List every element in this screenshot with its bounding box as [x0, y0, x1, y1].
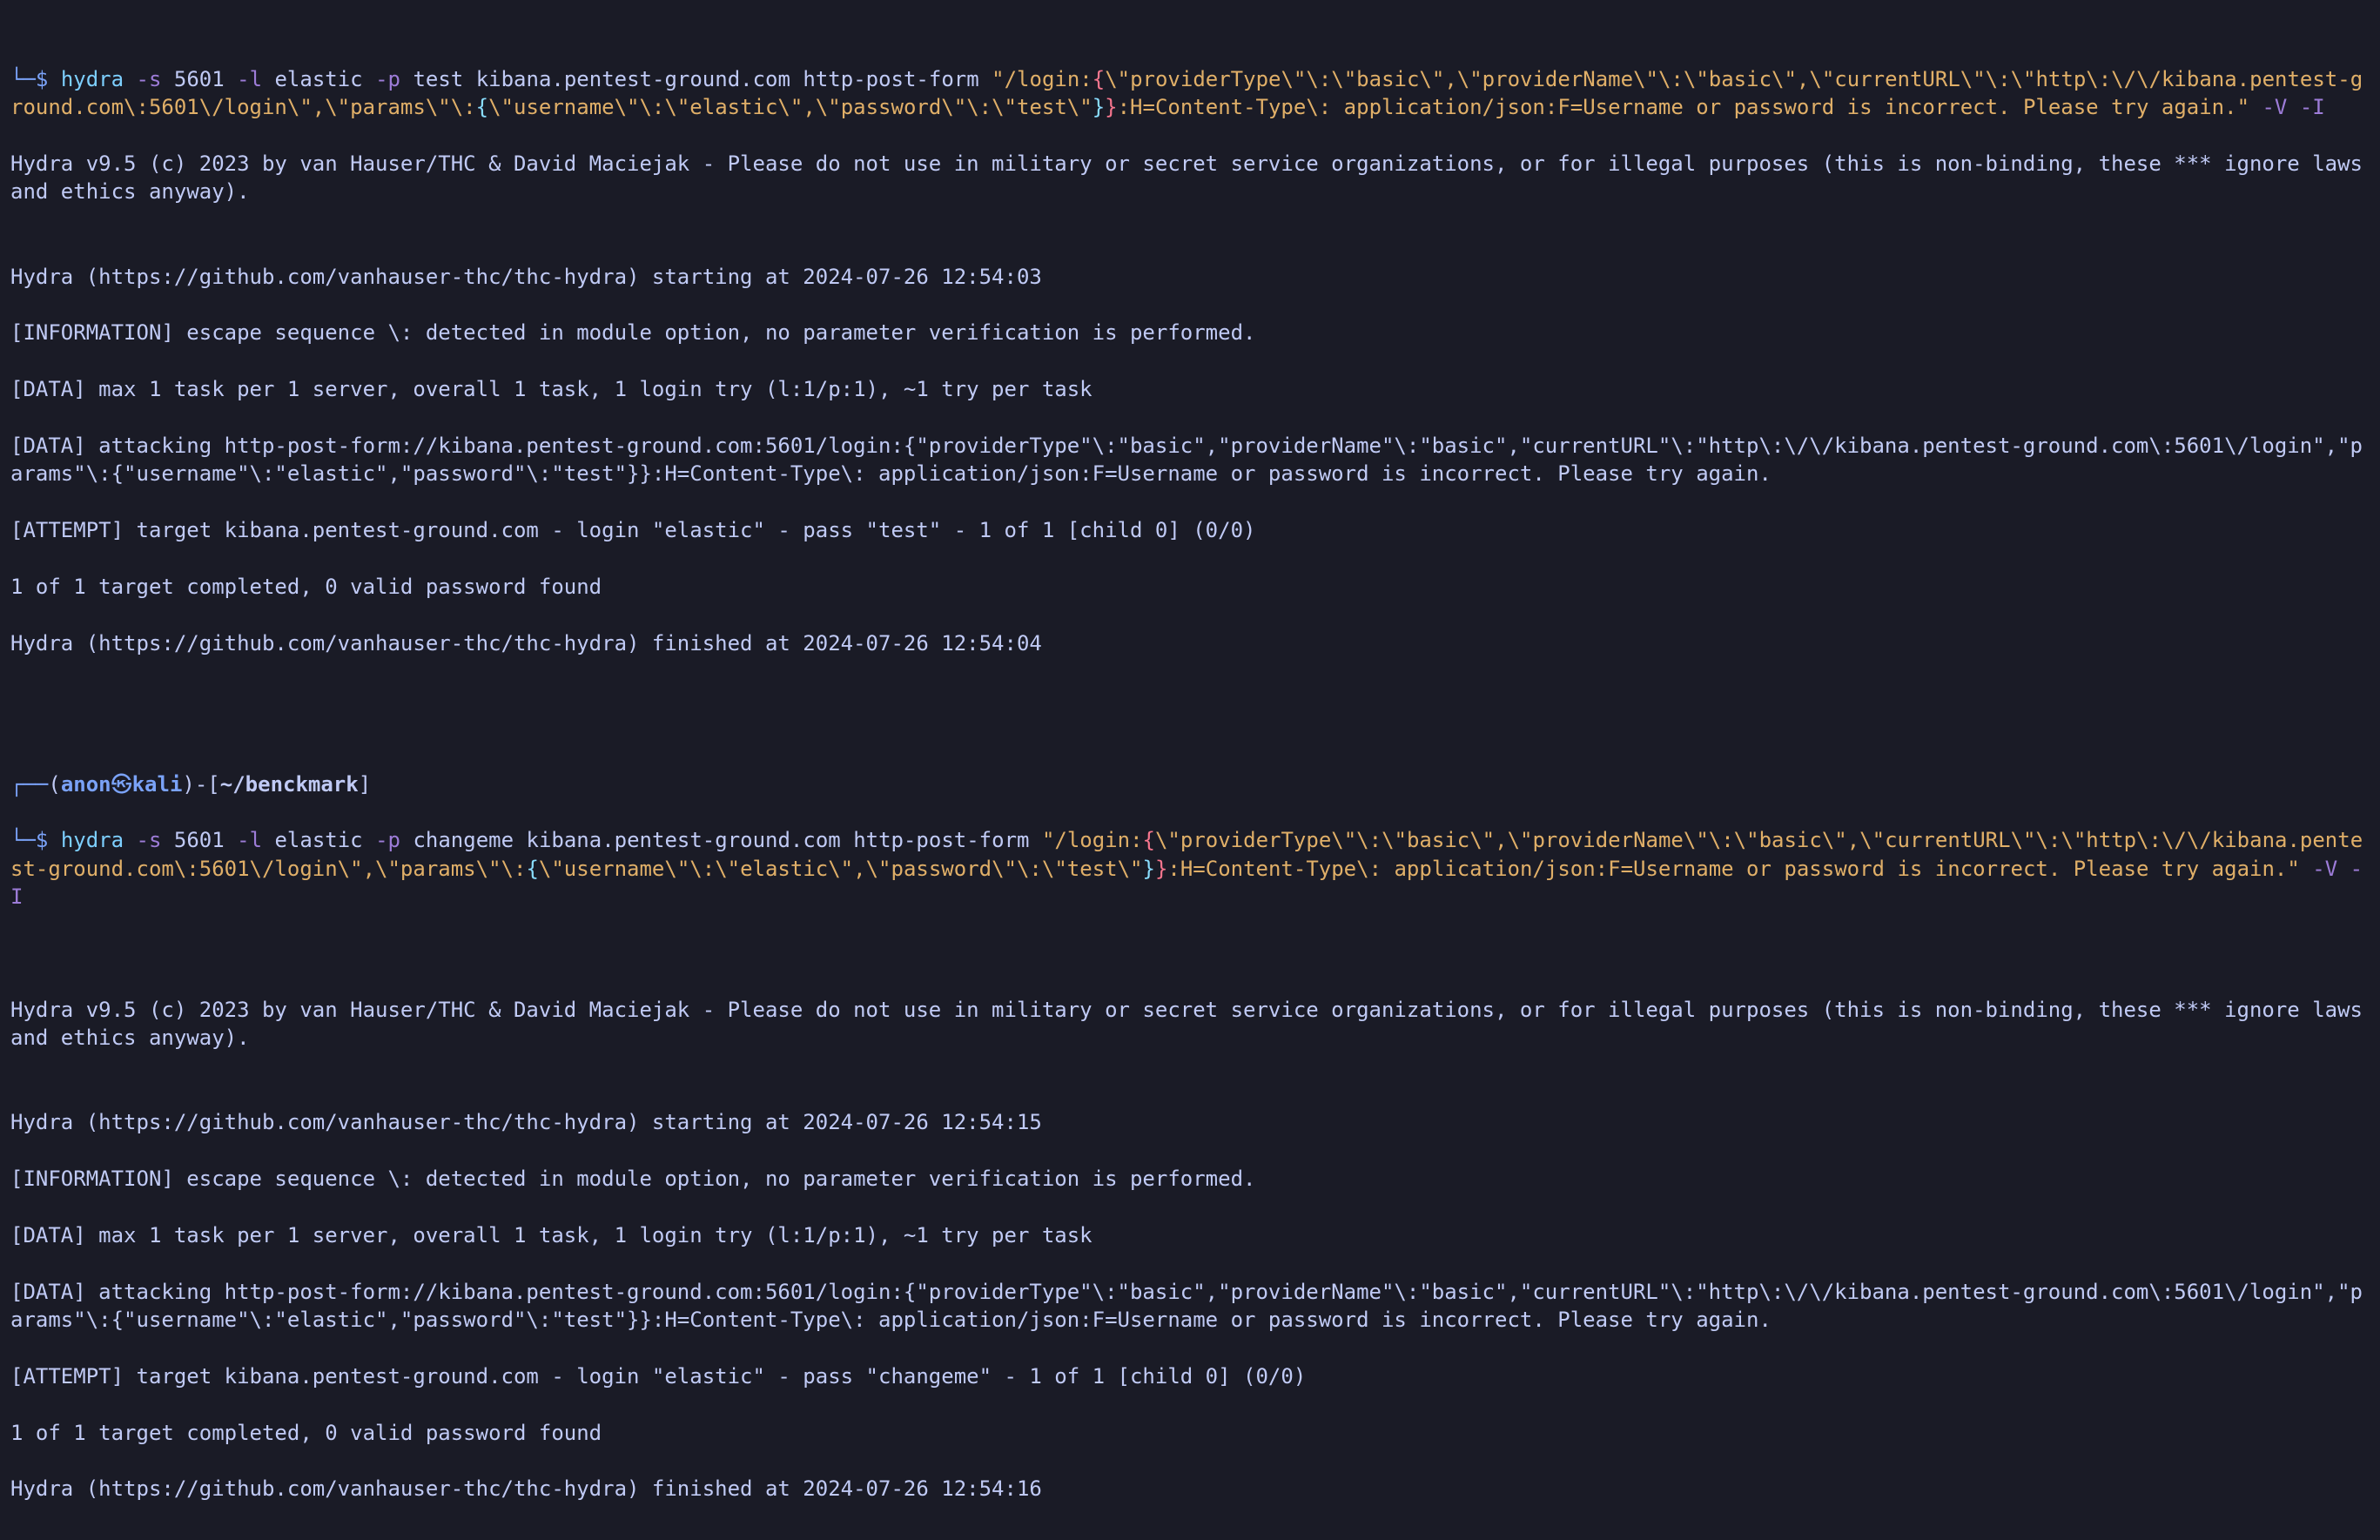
flag-V: -V: [2262, 95, 2287, 119]
login-arg: elastic: [274, 828, 362, 852]
pass-arg: changeme: [413, 828, 514, 852]
module-arg: http-post-form: [853, 828, 1029, 852]
prompt-header: ┌──(anon㉿kali)-[~/benckmark]: [10, 770, 2370, 798]
form-trailer: :H=Content-Type\: application/json:F=Use…: [1118, 95, 2249, 119]
form-prefix: "/login:: [992, 67, 1093, 91]
prompt-dollar: $: [36, 67, 48, 91]
inner-brace-close: }: [1142, 857, 1154, 881]
terminal[interactable]: └─$ hydra -s 5601 -l elastic -p test kib…: [0, 0, 2380, 1540]
json-key: \"password\": [866, 857, 1017, 881]
json-key: \"password\": [816, 95, 966, 119]
json-val: \"basic\": [1734, 828, 1847, 852]
output-line: Hydra v9.5 (c) 2023 by van Hauser/THC & …: [10, 996, 2370, 1052]
prompt-corner-icon: └─: [10, 67, 36, 91]
flag-V: -V: [2312, 857, 2337, 881]
output-line: 1 of 1 target completed, 0 valid passwor…: [10, 573, 2370, 601]
output-line: [DATA] attacking http-post-form://kibana…: [10, 1278, 2370, 1335]
target-arg: kibana.pentest-ground.com: [527, 828, 841, 852]
flag-l: -l: [237, 828, 262, 852]
flag-s: -s: [137, 67, 162, 91]
json-key: \"providerName\": [1508, 828, 1709, 852]
command-line-1: └─$ hydra -s 5601 -l elastic -p test kib…: [10, 65, 2370, 122]
command-line-2: └─$ hydra -s 5601 -l elastic -p changeme…: [10, 826, 2370, 911]
output-line: Hydra (https://github.com/vanhauser-thc/…: [10, 1108, 2370, 1136]
flag-I: -I: [2300, 95, 2325, 119]
inner-brace-close: }: [1093, 95, 1105, 119]
output-line: Hydra (https://github.com/vanhauser-thc/…: [10, 1475, 2370, 1503]
output-line: [INFORMATION] escape sequence \: detecte…: [10, 1165, 2370, 1193]
blank-line: [10, 939, 2370, 967]
json-key: \"currentURL\": [1809, 67, 1985, 91]
json-key: \"username\": [539, 857, 689, 881]
output-line: Hydra (https://github.com/vanhauser-thc/…: [10, 263, 2370, 291]
json-val: \"basic\": [1382, 828, 1495, 852]
output-line: [ATTEMPT] target kibana.pentest-ground.c…: [10, 516, 2370, 544]
output-line: [DATA] max 1 task per 1 server, overall …: [10, 375, 2370, 403]
output-line: Hydra (https://github.com/vanhauser-thc/…: [10, 629, 2370, 657]
json-val: \"elastic\": [715, 857, 853, 881]
form-prefix: "/login:: [1042, 828, 1143, 852]
json-val: \"elastic\": [664, 95, 803, 119]
colon: \:: [1306, 67, 1331, 91]
json-open-brace: {: [1093, 67, 1105, 91]
port-arg: 5601: [174, 67, 225, 91]
json-key: \"params\": [325, 95, 451, 119]
module-arg: http-post-form: [803, 67, 978, 91]
output-line: [DATA] attacking http-post-form://kibana…: [10, 432, 2370, 488]
json-key: \"params\": [375, 857, 501, 881]
prompt-corner-top-icon: ┌──: [10, 772, 48, 797]
json-close-brace: }: [1105, 95, 1117, 119]
pass-arg: test: [413, 67, 463, 91]
flag-p: -p: [375, 828, 400, 852]
json-key: \"providerType\": [1105, 67, 1306, 91]
output-line: [INFORMATION] escape sequence \: detecte…: [10, 319, 2370, 346]
prompt-host: kali: [132, 772, 183, 797]
json-val: \"test\": [1042, 857, 1143, 881]
login-arg: elastic: [274, 67, 362, 91]
json-key: \"providerType\": [1155, 828, 1356, 852]
skull-icon: ㉿: [111, 772, 132, 797]
flag-s: -s: [137, 828, 162, 852]
prompt-corner-icon: └─: [10, 828, 36, 852]
inner-brace-open: {: [526, 857, 538, 881]
inner-brace-open: {: [476, 95, 488, 119]
json-key: \"currentURL\": [1859, 828, 2035, 852]
port-arg: 5601: [174, 828, 225, 852]
target-arg: kibana.pentest-ground.com: [476, 67, 790, 91]
output-line: Hydra v9.5 (c) 2023 by van Hauser/THC & …: [10, 150, 2370, 206]
output-line: 1 of 1 target completed, 0 valid passwor…: [10, 1419, 2370, 1447]
prompt-user: anon: [61, 772, 111, 797]
json-key: \"username\": [488, 95, 639, 119]
form-trailer: :H=Content-Type\: application/json:F=Use…: [1167, 857, 2299, 881]
json-key: \"providerName\": [1457, 67, 1658, 91]
prompt-dollar: $: [36, 828, 48, 852]
prompt-path: ~/benckmark: [220, 772, 359, 797]
command-name: hydra: [61, 67, 124, 91]
json-close-brace: }: [1155, 857, 1167, 881]
flag-l: -l: [237, 67, 262, 91]
json-val: \"basic\": [1331, 67, 1444, 91]
command-name: hydra: [61, 828, 124, 852]
flag-p: -p: [375, 67, 400, 91]
output-line: [DATA] max 1 task per 1 server, overall …: [10, 1221, 2370, 1249]
json-val: \"basic\": [1684, 67, 1797, 91]
output-line: [ATTEMPT] target kibana.pentest-ground.c…: [10, 1362, 2370, 1390]
blank-line: [10, 685, 2370, 713]
json-open-brace: {: [1143, 828, 1155, 852]
json-val: \"test\": [992, 95, 1093, 119]
